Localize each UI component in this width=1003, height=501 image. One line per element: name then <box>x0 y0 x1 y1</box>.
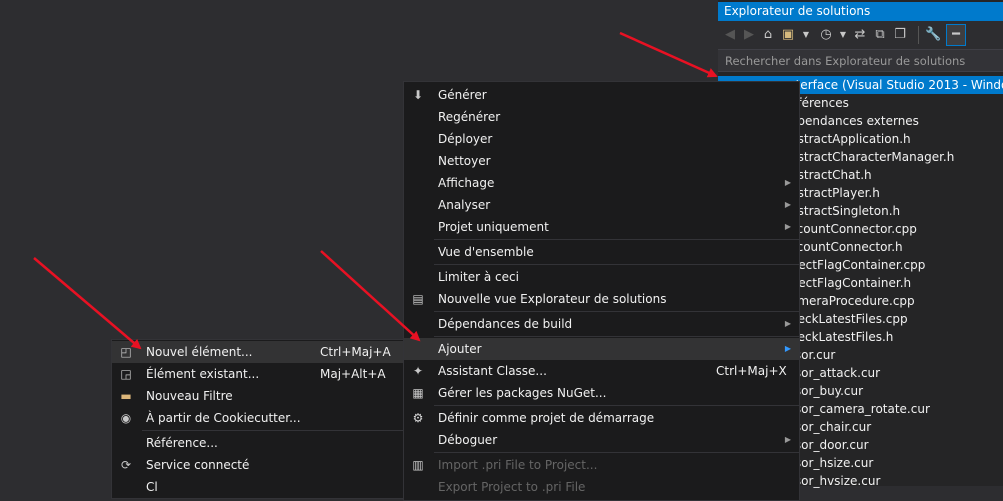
menu-separator <box>142 430 403 431</box>
context-menu-item-vue-d-ensemble[interactable]: Vue d'ensemble <box>404 241 799 263</box>
context-menu-item-d-finir-comme-projet-de-d-marrage[interactable]: ⚙ Définir comme projet de démarrage <box>404 407 799 429</box>
toolbar-divider <box>918 26 919 44</box>
context-menu-item-label: Regénérer <box>438 110 501 124</box>
add-submenu-item-label: À partir de Cookiecutter... <box>146 411 301 425</box>
add-submenu: ◰ Nouvel élément... Ctrl+Maj+A ◲ Élément exi… <box>111 339 404 499</box>
context-menu-item-label: Définir comme projet de démarrage <box>438 411 655 425</box>
context-menu-item-label: Dépendances de build <box>438 317 573 331</box>
context-menu-item-label: Projet uniquement <box>438 220 549 234</box>
context-menu-item-analyser[interactable]: Analyser ▶ <box>404 194 799 216</box>
context-menu-item-affichage[interactable]: Affichage ▶ <box>404 172 799 194</box>
switch-views-icon[interactable]: ▣ <box>780 27 796 43</box>
add-submenu-item-nouvel-l-ment[interactable]: ◰ Nouvel élément... Ctrl+Maj+A <box>112 341 403 363</box>
context-menu-item-label: Assistant Classe... <box>438 364 547 378</box>
folder-icon: ▬ <box>120 389 132 403</box>
back-icon[interactable]: ◀ <box>722 27 738 43</box>
context-menu-item-g-rer-les-packages-nuget[interactable]: ▦ Gérer les packages NuGet... <box>404 382 799 404</box>
import-icon: ▥ <box>412 458 424 472</box>
menu-separator <box>434 405 799 406</box>
context-menu-item-d-boguer[interactable]: Déboguer ▶ <box>404 429 799 451</box>
submenu-arrow-icon: ▶ <box>784 178 791 187</box>
add-submenu-item-label: Service connecté <box>146 458 250 472</box>
connected-service-icon: ⟳ <box>120 458 132 472</box>
gear-icon: ⚙ <box>412 411 424 425</box>
submenu-arrow-icon: ▶ <box>784 344 791 353</box>
menu-separator <box>434 239 799 240</box>
context-menu-item-label: Gérer les packages NuGet... <box>438 386 607 400</box>
solution-explorer-title: Explorateur de solutions <box>718 2 1003 21</box>
shortcut-label: Maj+Alt+A <box>320 367 386 381</box>
context-menu-item-label: Nouvelle vue Explorateur de solutions <box>438 292 667 306</box>
dropdown-icon[interactable]: ▼ <box>798 27 814 43</box>
shortcut-label: Ctrl+Maj+X <box>716 364 787 378</box>
add-submenu-item-label: Nouvel élément... <box>146 345 253 359</box>
context-menu-item-label: Déployer <box>438 132 493 146</box>
add-submenu-item-cl[interactable]: Cl <box>112 476 403 498</box>
home-icon[interactable]: ⌂ <box>760 27 776 43</box>
collapse-all-icon[interactable]: ⧉ <box>872 27 888 43</box>
add-submenu-item-label: Nouveau Filtre <box>146 389 233 403</box>
context-menu-item-assistant-classe[interactable]: ✦ Assistant Classe... Ctrl+Maj+X <box>404 360 799 382</box>
new-item-icon: ◰ <box>120 345 132 359</box>
add-submenu-item-label: Élément existant... <box>146 367 260 381</box>
solution-explorer-search-input[interactable]: Rechercher dans Explorateur de solutions… <box>718 50 1003 90</box>
context-menu-item-label: Limiter à ceci <box>438 270 519 284</box>
build-icon: ⬇ <box>412 88 424 102</box>
context-menu-item-reg-n-rer[interactable]: Regénérer <box>404 106 799 128</box>
context-menu-item-import-pri-file-to-project: ▥ Import .pri File to Project... <box>404 454 799 476</box>
menu-separator <box>434 311 799 312</box>
context-menu-item-ajouter[interactable]: Ajouter ▶ <box>404 338 799 360</box>
context-menu-item-label: Vue d'ensemble <box>438 245 534 259</box>
class-wizard-icon: ✦ <box>412 364 424 378</box>
solution-explorer-toolbar: ◀ ▶ ⌂ ▣ ▼ ◷ ▼ ⇄ ⧉ ❐ 🔧 ━ <box>718 21 1003 50</box>
submenu-arrow-icon: ▶ <box>784 200 791 209</box>
annotation-arrow-nouvel-element <box>33 257 142 350</box>
add-submenu-item-l-ment-existant[interactable]: ◲ Élément existant... Maj+Alt+A <box>112 363 403 385</box>
cookiecutter-icon: ◉ <box>120 411 132 425</box>
menu-separator <box>434 336 799 337</box>
add-submenu-item-r-f-rence[interactable]: Référence... <box>112 432 403 454</box>
context-menu-item-label: Affichage <box>438 176 495 190</box>
context-menu-item-label: Nettoyer <box>438 154 491 168</box>
menu-separator <box>434 264 799 265</box>
context-menu-item-g-n-rer[interactable]: ⬇ Générer <box>404 84 799 106</box>
menu-separator <box>434 452 799 453</box>
context-menu-item-export-project-to-pri-file: Export Project to .pri File <box>404 476 799 498</box>
sync-icon[interactable]: ⇄ <box>852 27 868 43</box>
context-menu-item-label: Analyser <box>438 198 491 212</box>
nuget-icon: ▦ <box>412 386 424 400</box>
shortcut-label: Ctrl+Maj+A <box>320 345 391 359</box>
context-menu-item-label: Export Project to .pri File <box>438 480 586 494</box>
context-menu-item-nouvelle-vue-explorateur-de-solutions[interactable]: ▤ Nouvelle vue Explorateur de solutions <box>404 288 799 310</box>
context-menu-item-label: Déboguer <box>438 433 498 447</box>
add-submenu-item-label: Cl <box>146 480 158 494</box>
context-menu-item-label: Ajouter <box>438 342 482 356</box>
dropdown-icon[interactable]: ▼ <box>835 27 851 43</box>
add-submenu-item-label: Référence... <box>146 436 218 450</box>
add-submenu-item-service-connect[interactable]: ⟳ Service connecté <box>112 454 403 476</box>
copy-icon[interactable]: ❐ <box>892 27 908 43</box>
forward-icon[interactable]: ▶ <box>741 27 757 43</box>
annotation-arrow-solution <box>619 31 718 78</box>
new-view-icon: ▤ <box>412 292 424 306</box>
context-menu-item-projet-uniquement[interactable]: Projet uniquement ▶ <box>404 216 799 238</box>
pin-icon[interactable]: ━ <box>946 24 966 46</box>
properties-wrench-icon[interactable]: 🔧 <box>925 27 941 43</box>
submenu-arrow-icon: ▶ <box>784 222 791 231</box>
context-menu-item-d-ployer[interactable]: Déployer <box>404 128 799 150</box>
context-menu-item-label: Import .pri File to Project... <box>438 458 598 472</box>
submenu-arrow-icon: ▶ <box>784 435 791 444</box>
add-submenu-item-nouveau-filtre[interactable]: ▬ Nouveau Filtre <box>112 385 403 407</box>
context-menu-item-label: Générer <box>438 88 487 102</box>
context-menu-item-limiter-ceci[interactable]: Limiter à ceci <box>404 266 799 288</box>
submenu-arrow-icon: ▶ <box>784 319 791 328</box>
existing-item-icon: ◲ <box>120 367 132 381</box>
context-menu-item-d-pendances-de-build[interactable]: Dépendances de build ▶ <box>404 313 799 335</box>
context-menu-item-nettoyer[interactable]: Nettoyer <box>404 150 799 172</box>
add-submenu-item-partir-de-cookiecutter[interactable]: ◉ À partir de Cookiecutter... <box>112 407 403 429</box>
history-icon[interactable]: ◷ <box>818 27 834 43</box>
project-context-menu: ⬇ Générer Regénérer Déployer Nettoyer Afficha… <box>403 81 800 501</box>
